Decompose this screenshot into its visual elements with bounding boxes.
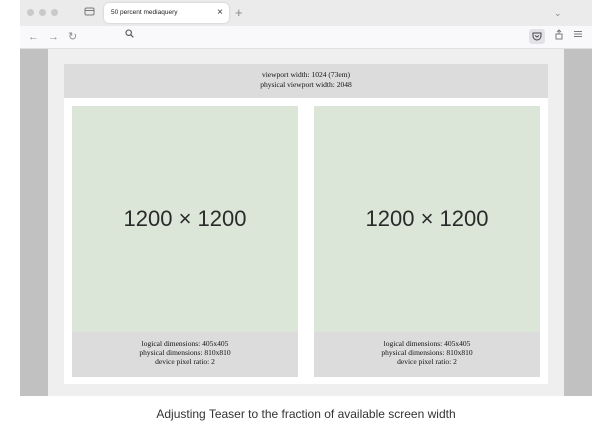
navigation-toolbar: ← → ↻ — [20, 26, 592, 49]
logical-dimensions-text: logical dimensions: 405x405 — [141, 339, 229, 348]
card-info-panel: logical dimensions: 405x405 physical dim… — [314, 332, 540, 377]
minimize-window-button[interactable] — [39, 9, 46, 16]
card-info-panel: logical dimensions: 405x405 physical dim… — [72, 332, 298, 377]
close-window-button[interactable] — [27, 9, 34, 16]
zoom-window-button[interactable] — [51, 9, 58, 16]
teaser-card: 1200 × 1200 logical dimensions: 405x405 … — [72, 106, 298, 377]
back-icon[interactable]: ← — [28, 30, 39, 44]
physical-viewport-width-text: physical viewport width: 2048 — [260, 80, 352, 89]
device-pixel-ratio-text: device pixel ratio: 2 — [155, 357, 215, 366]
search-icon — [125, 29, 134, 41]
placeholder-image: 1200 × 1200 — [72, 106, 298, 332]
extensions-icon[interactable] — [554, 29, 564, 45]
viewport-width-text: viewport width: 1024 (73em) — [261, 70, 351, 79]
tab-active[interactable]: 50 percent mediaquery × — [104, 3, 229, 23]
tab-overview-icon[interactable] — [83, 6, 96, 19]
page-viewport: viewport width: 1024 (73em) physical vie… — [20, 49, 592, 396]
address-bar[interactable] — [117, 29, 517, 45]
teaser-grid: 1200 × 1200 logical dimensions: 405x405 … — [64, 98, 548, 384]
placeholder-image: 1200 × 1200 — [314, 106, 540, 332]
pocket-button[interactable] — [529, 29, 545, 44]
viewport-info-panel: viewport width: 1024 (73em) physical vie… — [64, 64, 548, 98]
browser-window: 50 percent mediaquery × + ⌄ ← → ↻ viewpo… — [20, 0, 592, 396]
image-size-label: 1200 × 1200 — [365, 206, 489, 231]
figure-caption: Adjusting Teaser to the fraction of avai… — [156, 407, 456, 421]
close-icon[interactable]: × — [217, 7, 223, 19]
device-pixel-ratio-text: device pixel ratio: 2 — [397, 357, 457, 366]
physical-dimensions-text: physical dimensions: 810x810 — [381, 348, 473, 357]
tab-strip: 50 percent mediaquery × + ⌄ — [20, 0, 592, 27]
menu-icon[interactable] — [573, 29, 583, 44]
reload-icon[interactable]: ↻ — [68, 30, 77, 44]
logical-dimensions-text: logical dimensions: 405x405 — [383, 339, 471, 348]
tab-title: 50 percent mediaquery — [111, 9, 178, 16]
forward-icon[interactable]: → — [48, 30, 59, 44]
demo-page: viewport width: 1024 (73em) physical vie… — [48, 49, 564, 396]
teaser-card: 1200 × 1200 logical dimensions: 405x405 … — [314, 106, 540, 377]
image-size-label: 1200 × 1200 — [123, 206, 247, 231]
new-tab-button[interactable]: + — [235, 5, 243, 20]
chevron-down-icon[interactable]: ⌄ — [554, 7, 562, 19]
physical-dimensions-text: physical dimensions: 810x810 — [139, 348, 231, 357]
